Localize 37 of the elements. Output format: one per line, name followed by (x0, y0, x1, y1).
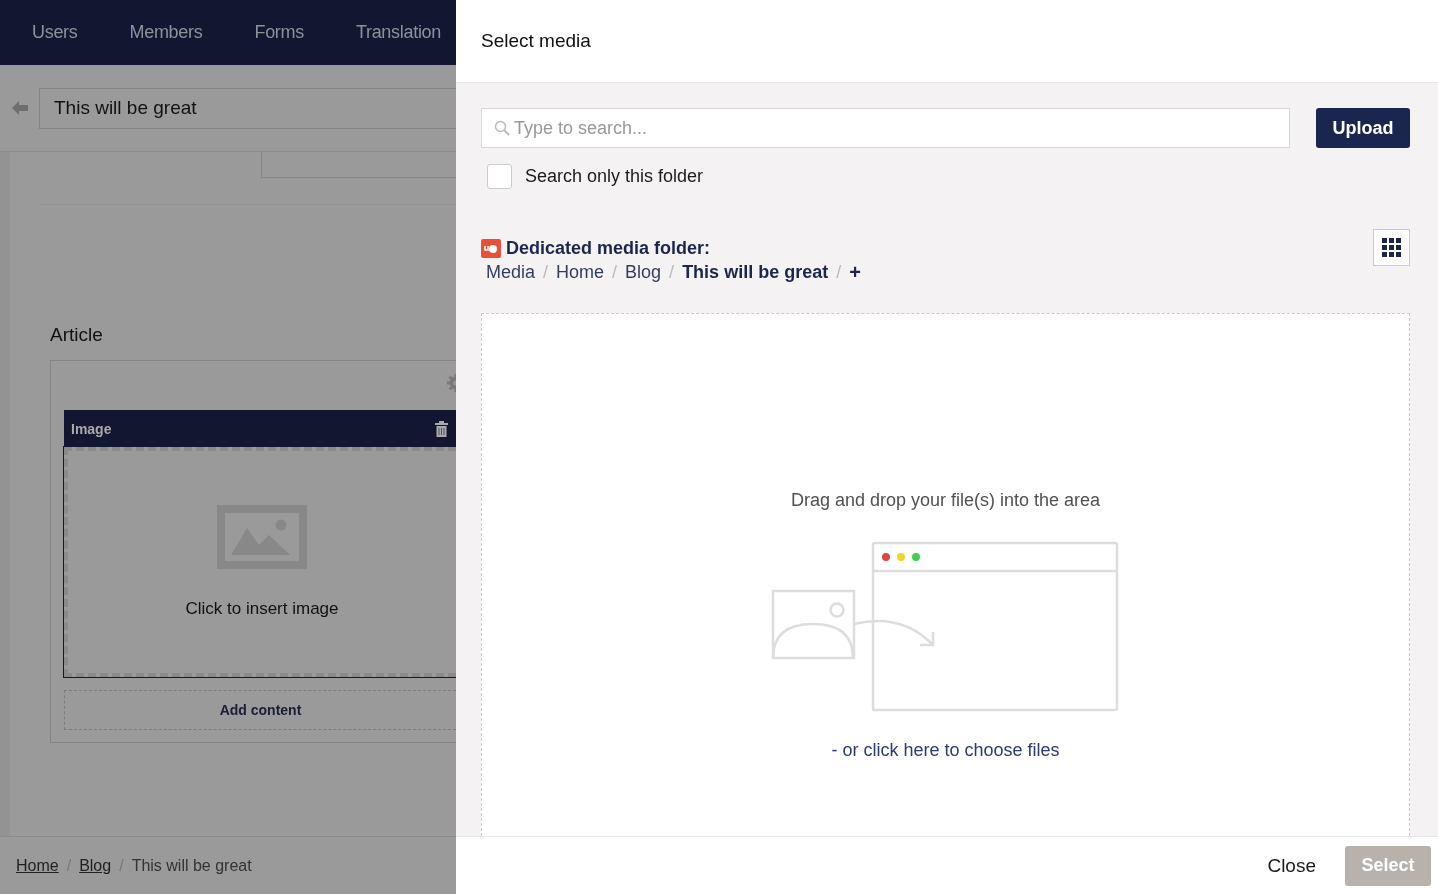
dedicated-folder-label: Dedicated media folder: (506, 238, 711, 259)
breadcrumb-link[interactable]: Home (16, 856, 59, 875)
grid-view-button[interactable] (1373, 229, 1410, 266)
search-field[interactable]: Type to search... (481, 108, 1290, 148)
breadcrumb-text: This will be great (131, 856, 252, 875)
insert-image-text: Click to insert image (185, 599, 339, 619)
grid-icon (1382, 238, 1401, 257)
block-label: Image (71, 420, 112, 437)
trash-icon[interactable] (435, 420, 448, 437)
drop-zone[interactable]: Drag and drop your file(s) into the area - or click here to choose files (481, 313, 1410, 836)
nav-item[interactable]: Forms (254, 22, 304, 43)
breadcrumb-separator: / (836, 262, 842, 283)
breadcrumb-item[interactable]: Blog (625, 262, 662, 283)
nav-item[interactable]: Users (32, 22, 78, 43)
close-button[interactable]: Close (1267, 854, 1316, 877)
breadcrumb-item[interactable]: Media (486, 262, 536, 283)
breadcrumb-item[interactable]: Home (556, 262, 605, 283)
nav-item[interactable]: Translation (355, 22, 441, 43)
breadcrumb-separator: / (66, 856, 72, 875)
breadcrumb-separator: / (543, 262, 549, 283)
nav-item[interactable]: Members (129, 22, 203, 43)
drop-text: Drag and drop your file(s) into the area (790, 490, 1101, 511)
dialog-title: Select media (481, 30, 591, 52)
breadcrumb-separator: / (669, 262, 675, 283)
back-arrow-icon[interactable] (11, 100, 29, 116)
folder-badge-icon (481, 239, 501, 258)
breadcrumb-link[interactable]: Blog (79, 856, 112, 875)
upload-button[interactable]: Upload (1316, 108, 1410, 148)
title-field[interactable]: This will be great (39, 87, 456, 129)
breadcrumb-separator: / (119, 856, 124, 875)
section-title: Article (50, 324, 104, 346)
breadcrumb-item[interactable]: This will be great (682, 262, 829, 283)
choose-files-link[interactable]: - or click here to choose files (831, 740, 1060, 761)
add-folder-button[interactable]: + (849, 261, 861, 284)
breadcrumb-separator: / (612, 262, 618, 283)
checkbox-label: Search only this folder (525, 166, 704, 187)
checkbox[interactable] (487, 164, 512, 189)
